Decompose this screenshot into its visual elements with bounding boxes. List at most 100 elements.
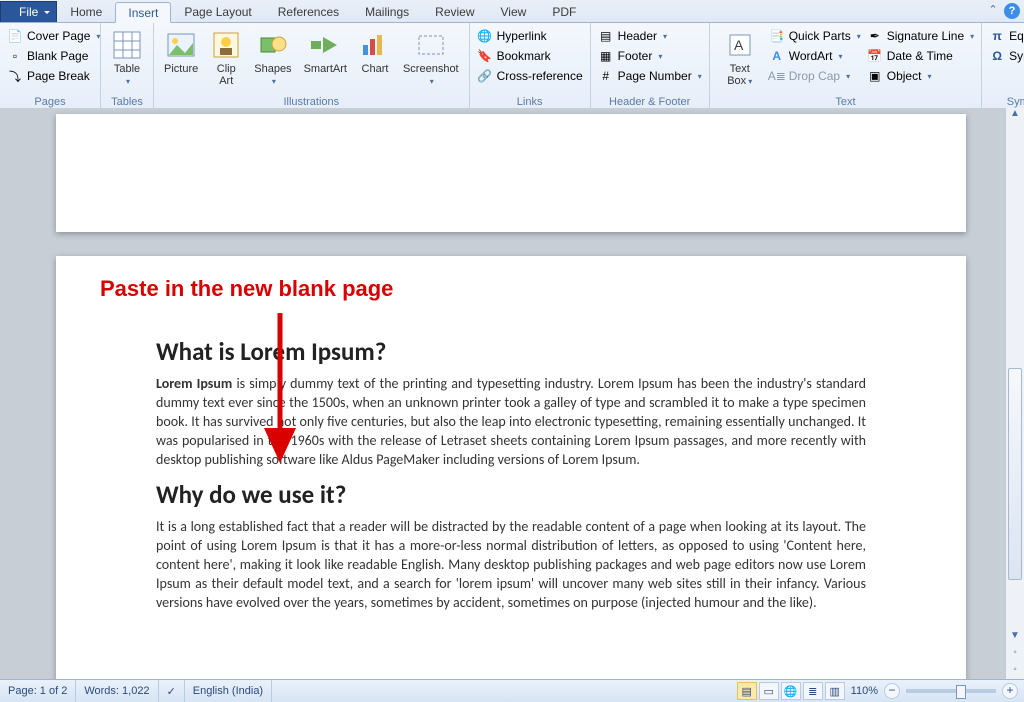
text-box-button[interactable]: A TextBox▾: [714, 25, 766, 88]
next-page-icon[interactable]: ◦: [1006, 664, 1024, 680]
minimize-ribbon-icon[interactable]: ⌃: [986, 3, 1000, 17]
help-icon[interactable]: ?: [1004, 3, 1020, 19]
clipart-label-2: Art: [219, 75, 233, 87]
table-button[interactable]: Table▾: [105, 25, 149, 88]
clipart-button[interactable]: ClipArt: [204, 25, 248, 87]
object-icon: ▣: [867, 68, 883, 84]
clipart-label-1: Clip: [217, 63, 236, 75]
hyperlink-button[interactable]: 🌐 Hyperlink: [474, 27, 586, 45]
view-print-layout-button[interactable]: ▤: [737, 682, 757, 700]
view-full-screen-button[interactable]: ▭: [759, 682, 779, 700]
chart-label: Chart: [362, 63, 389, 75]
vertical-scrollbar[interactable]: ▲ ▼ ◦ ◦: [1005, 108, 1024, 680]
shapes-button[interactable]: Shapes▾: [248, 25, 297, 88]
signature-line-label: Signature Line: [887, 29, 964, 43]
view-web-layout-button[interactable]: 🌐: [781, 682, 801, 700]
tab-file[interactable]: File: [0, 1, 57, 22]
smartart-label: SmartArt: [304, 63, 347, 75]
picture-button[interactable]: Picture: [158, 25, 204, 75]
tab-insert[interactable]: Insert: [115, 2, 171, 23]
group-symbols: π Equation▾ Ω Symbol▾ Symbols: [982, 23, 1024, 109]
wordart-label: WordArt: [789, 49, 833, 63]
view-draft-button[interactable]: ▥: [825, 682, 845, 700]
tab-references[interactable]: References: [265, 1, 352, 22]
scroll-up-icon[interactable]: ▲: [1006, 108, 1024, 124]
wordart-button[interactable]: A WordArt▾: [766, 47, 864, 65]
status-words[interactable]: Words: 1,022: [76, 680, 158, 702]
group-illustrations: Picture ClipArt Shapes▾ SmartArt: [154, 23, 470, 109]
cover-page-label: Cover Page: [27, 29, 90, 43]
group-text-label: Text: [714, 95, 977, 109]
page-2[interactable]: What is Lorem Ipsum? Lorem Ipsum is simp…: [56, 256, 966, 680]
chart-icon: [359, 29, 391, 61]
symbol-button[interactable]: Ω Symbol▾: [986, 47, 1024, 65]
scroll-thumb[interactable]: [1008, 368, 1022, 580]
tab-pdf[interactable]: PDF: [539, 1, 589, 22]
group-links-label: Links: [474, 95, 586, 109]
clipart-icon: [210, 29, 242, 61]
ribbon-tabs: File Home Insert Page Layout References …: [0, 0, 1024, 23]
zoom-slider-thumb[interactable]: [956, 685, 966, 699]
status-page[interactable]: Page: 1 of 2: [0, 680, 76, 702]
svg-text:A: A: [734, 37, 744, 53]
equation-button[interactable]: π Equation▾: [986, 27, 1024, 45]
quick-parts-button[interactable]: 📑 Quick Parts▾: [766, 27, 864, 45]
object-label: Object: [887, 69, 922, 83]
status-bar: Page: 1 of 2 Words: 1,022 ✓ English (Ind…: [0, 679, 1024, 702]
group-symbols-label: Symbols: [986, 95, 1024, 109]
group-tables: Table▾ Tables: [101, 23, 154, 109]
group-header-footer: ▤ Header▾ ▦ Footer▾ # Page Number▾ Heade…: [591, 23, 710, 109]
page-1-bottom[interactable]: [56, 114, 966, 232]
group-links: 🌐 Hyperlink 🔖 Bookmark 🔗 Cross-reference…: [470, 23, 591, 109]
table-label: Table: [114, 63, 140, 75]
drop-cap-label: Drop Cap: [789, 69, 840, 83]
chart-button[interactable]: Chart: [353, 25, 397, 75]
view-outline-button[interactable]: ≣: [803, 682, 823, 700]
text-box-label-1: Text: [730, 63, 750, 75]
text-box-icon: A: [724, 29, 756, 61]
cover-page-icon: 📄: [7, 28, 23, 44]
header-button[interactable]: ▤ Header▾: [595, 27, 705, 45]
annotation-text: Paste in the new blank page: [100, 276, 393, 302]
bookmark-button[interactable]: 🔖 Bookmark: [474, 47, 586, 65]
scroll-down-icon[interactable]: ▼: [1006, 630, 1024, 646]
blank-page-button[interactable]: ▫ Blank Page: [4, 47, 103, 65]
signature-line-button[interactable]: ✒ Signature Line▾: [864, 27, 977, 45]
ribbon: 📄 Cover Page▾ ▫ Blank Page ⤵ Page Break …: [0, 23, 1024, 110]
zoom-slider[interactable]: [906, 689, 996, 693]
group-tables-label: Tables: [105, 95, 149, 109]
tab-mailings[interactable]: Mailings: [352, 1, 422, 22]
shapes-icon: [257, 29, 289, 61]
smartart-button[interactable]: SmartArt: [298, 25, 353, 75]
status-proofing[interactable]: ✓: [159, 680, 185, 702]
proofing-icon: ✓: [167, 685, 176, 698]
date-time-button[interactable]: 📅 Date & Time: [864, 47, 977, 65]
cover-page-button[interactable]: 📄 Cover Page▾: [4, 27, 103, 45]
cross-reference-icon: 🔗: [477, 68, 493, 84]
symbol-label: Symbol: [1009, 49, 1024, 63]
hyperlink-icon: 🌐: [477, 28, 493, 44]
tab-view[interactable]: View: [488, 1, 540, 22]
footer-button[interactable]: ▦ Footer▾: [595, 47, 705, 65]
zoom-in-button[interactable]: +: [1002, 683, 1018, 699]
cross-reference-button[interactable]: 🔗 Cross-reference: [474, 67, 586, 85]
doc-heading-2: Why do we use it?: [156, 479, 866, 510]
prev-page-icon[interactable]: ◦: [1006, 647, 1024, 663]
status-language[interactable]: English (India): [185, 680, 272, 702]
tab-review[interactable]: Review: [422, 1, 487, 22]
quick-parts-icon: 📑: [769, 28, 785, 44]
annotation-arrow-icon: [250, 308, 310, 468]
page-break-button[interactable]: ⤵ Page Break: [4, 67, 103, 85]
object-button[interactable]: ▣ Object▾: [864, 67, 977, 85]
zoom-percent[interactable]: 110%: [851, 685, 878, 697]
group-text: A TextBox▾ 📑 Quick Parts▾ A WordArt▾ A≣ …: [710, 23, 982, 109]
page-number-button[interactable]: # Page Number▾: [595, 67, 705, 85]
tab-page-layout[interactable]: Page Layout: [171, 1, 264, 22]
tab-home[interactable]: Home: [57, 1, 115, 22]
zoom-out-button[interactable]: −: [884, 683, 900, 699]
group-pages-label: Pages: [4, 95, 96, 109]
screenshot-button[interactable]: Screenshot▾: [397, 25, 465, 88]
doc-paragraph-1-bold: Lorem Ipsum: [156, 375, 232, 392]
signature-line-icon: ✒: [867, 28, 883, 44]
drop-cap-button[interactable]: A≣ Drop Cap▾: [766, 67, 864, 85]
